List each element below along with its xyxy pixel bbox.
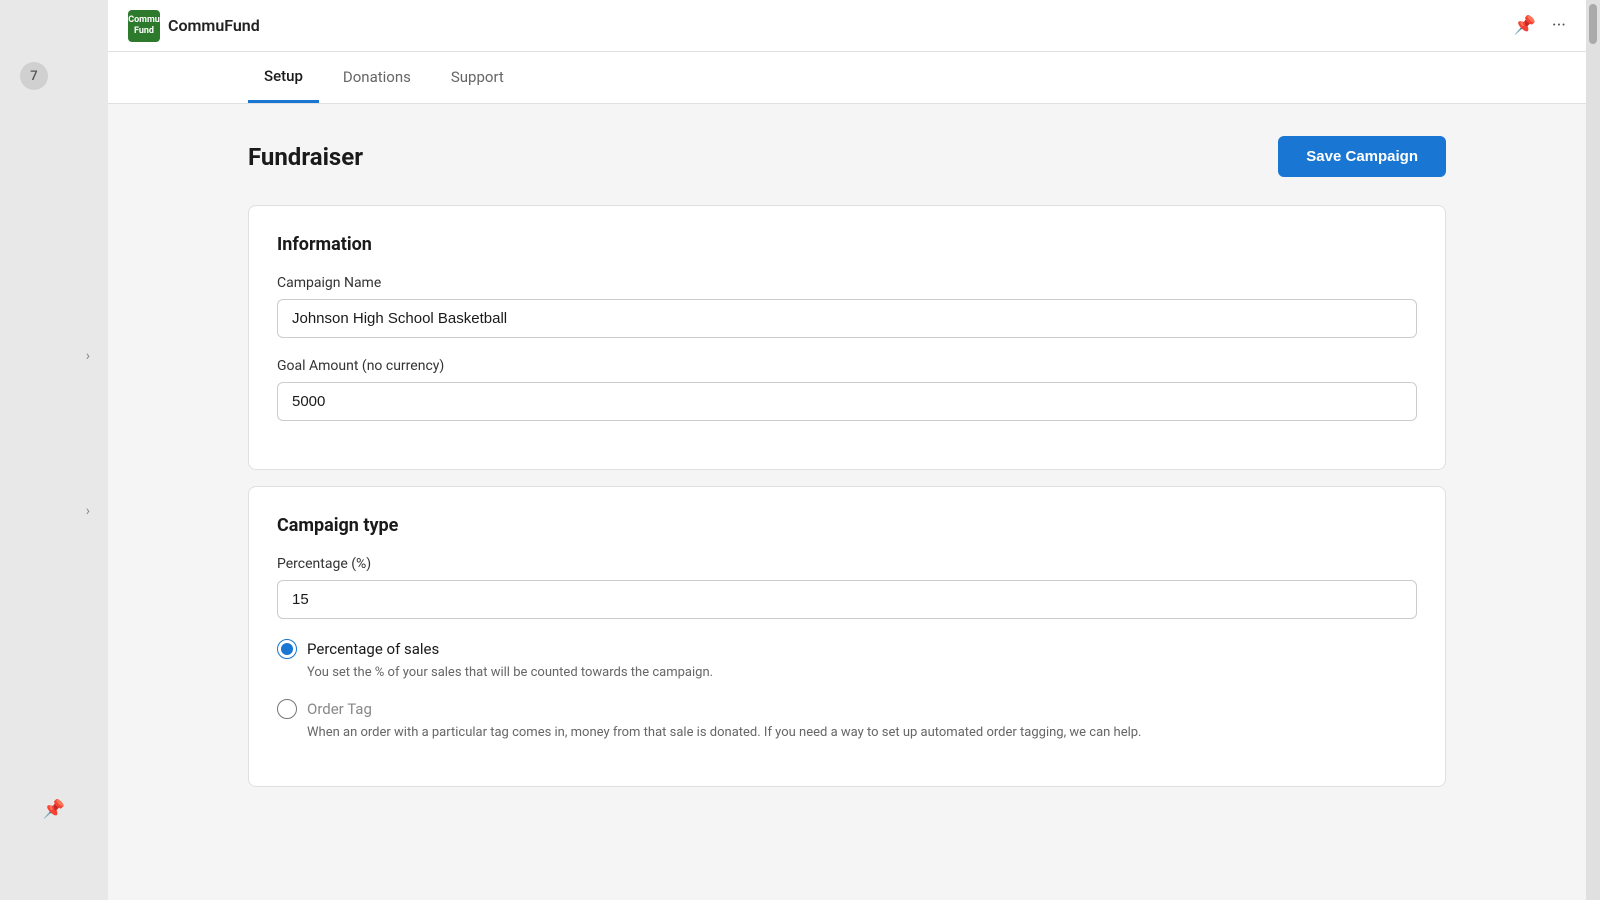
radio-label-percentage[interactable]: Percentage of sales [277,639,1417,659]
radio-option-percentage: Percentage of sales You set the % of you… [277,639,1417,683]
sidebar-chevron-top[interactable]: › [78,340,98,372]
scrollbar[interactable] [1586,0,1600,900]
goal-amount-label: Goal Amount (no currency) [277,358,1417,374]
radio-percentage-of-sales[interactable] [277,639,297,659]
radio-order-tag-label: Order Tag [307,700,372,718]
pin-icon[interactable]: 📌 [1513,15,1535,36]
sidebar: 7 › › 📌 [0,0,108,900]
radio-label-order-tag[interactable]: Order Tag [277,699,1417,719]
tab-support[interactable]: Support [435,52,520,103]
radio-percentage-description: You set the % of your sales that will be… [307,663,1417,683]
goal-amount-input[interactable] [277,382,1417,421]
sidebar-badge: 7 [20,62,48,90]
top-header: Commu Fund CommuFund 📌 ··· [108,0,1586,52]
brand-name: CommuFund [168,16,260,35]
radio-percentage-label: Percentage of sales [307,640,439,658]
more-options-icon[interactable]: ··· [1552,15,1566,36]
scrollbar-thumb[interactable] [1589,4,1597,44]
percentage-group: Percentage (%) [277,556,1417,619]
page-header: Fundraiser Save Campaign [248,136,1446,177]
campaign-name-input[interactable] [277,299,1417,338]
information-card: Information Campaign Name Goal Amount (n… [248,205,1446,470]
radio-option-order-tag: Order Tag When an order with a particula… [277,699,1417,743]
main-wrapper: Commu Fund CommuFund 📌 ··· Setup Donatio… [108,0,1586,900]
header-actions: 📌 ··· [1513,15,1566,36]
campaign-type-title: Campaign type [277,515,1417,536]
tab-setup[interactable]: Setup [248,52,319,103]
campaign-name-label: Campaign Name [277,275,1417,291]
sidebar-chevron-bottom[interactable]: › [78,495,98,527]
radio-group: Percentage of sales You set the % of you… [277,639,1417,742]
save-campaign-button[interactable]: Save Campaign [1278,136,1446,177]
brand-logo: Commu Fund [128,10,160,42]
information-card-title: Information [277,234,1417,255]
tab-nav: Setup Donations Support [108,52,1586,104]
campaign-name-group: Campaign Name [277,275,1417,338]
page-title: Fundraiser [248,143,363,171]
percentage-input[interactable] [277,580,1417,619]
percentage-label: Percentage (%) [277,556,1417,572]
goal-amount-group: Goal Amount (no currency) [277,358,1417,421]
sidebar-pin-icon[interactable]: 📌 [43,799,65,820]
campaign-type-card: Campaign type Percentage (%) Percentage … [248,486,1446,787]
radio-order-tag[interactable] [277,699,297,719]
tab-donations[interactable]: Donations [327,52,427,103]
page-content: Fundraiser Save Campaign Information Cam… [108,104,1586,900]
radio-order-tag-description: When an order with a particular tag come… [307,723,1417,743]
brand: Commu Fund CommuFund [128,10,260,42]
